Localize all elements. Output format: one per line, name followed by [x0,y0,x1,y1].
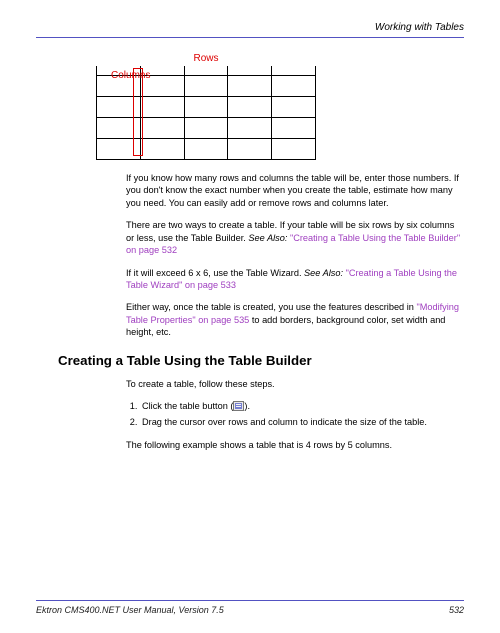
paragraph: There are two ways to create a table. If… [126,219,464,256]
rows-columns-diagram: Rows Columns [96,54,464,158]
paragraph: If you know how many rows and columns th… [126,172,464,209]
page: { "header": { "chapter": "Working with T… [0,0,500,633]
step-item: Click the table button (). [140,400,464,412]
text: If it will exceed 6 x 6, use the Table W… [126,268,304,278]
manual-title: Ektron CMS400.NET User Manual, Version 7… [36,605,224,615]
see-also-label: See Also: [248,233,290,243]
step-item: Drag the cursor over rows and column to … [140,416,464,428]
content-area: Rows Columns If you know how many rows a… [36,38,464,451]
steps-list: Click the table button (). Drag the curs… [140,400,464,429]
see-also-label: See Also: [304,268,346,278]
intro-line: To create a table, follow these steps. [126,378,464,390]
table-icon [233,401,244,411]
paragraph: If it will exceed 6 x 6, use the Table W… [126,267,464,292]
columns-label: Columns [109,70,152,82]
text: Either way, once the table is created, y… [126,302,416,312]
step-text: Click the table button ( [142,401,233,411]
rows-label: Rows [96,52,316,66]
page-number: 532 [449,605,464,615]
step-text: ). [244,401,250,411]
paragraph: Either way, once the table is created, y… [126,301,464,338]
chapter-title: Working with Tables [36,22,464,33]
page-footer: Ektron CMS400.NET User Manual, Version 7… [36,600,464,615]
followup-line: The following example shows a table that… [126,439,464,451]
section-heading: Creating a Table Using the Table Builder [58,353,464,368]
footer-rule [36,600,464,601]
